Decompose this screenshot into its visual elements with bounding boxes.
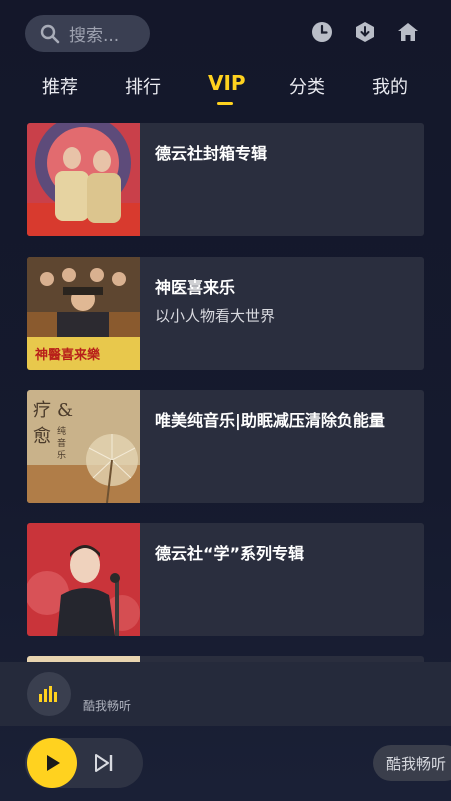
search-bar[interactable]: 搜索... <box>25 15 150 52</box>
album-card[interactable]: 疗 & 愈 纯 音 乐 唯美纯音乐|助眠减压清除负能量 <box>27 390 424 503</box>
svg-text:神醫喜来樂: 神醫喜来樂 <box>35 347 101 363</box>
home-icon[interactable] <box>397 21 419 43</box>
equalizer-icon <box>39 686 57 702</box>
next-track-icon[interactable] <box>93 752 115 774</box>
album-title: 德云社“学”系列专辑 <box>155 544 305 563</box>
album-subtitle: 以小人物看大世界 <box>155 307 276 325</box>
history-icon[interactable] <box>311 21 333 43</box>
album-title: 唯美纯音乐|助眠减压清除负能量 <box>155 411 385 430</box>
tab-mine[interactable]: 我的 <box>372 73 408 99</box>
album-cover-image <box>27 523 140 636</box>
album-card[interactable]: 德云社封箱专辑 <box>27 123 424 236</box>
svg-text:&: & <box>57 400 73 421</box>
tab-ranking[interactable]: 排行 <box>125 73 161 99</box>
album-cover-image: 疗 & 愈 纯 音 乐 <box>27 390 140 503</box>
album-cover-image <box>27 123 140 236</box>
search-placeholder: 搜索... <box>69 26 120 46</box>
svg-text:乐: 乐 <box>57 449 66 461</box>
active-tab-indicator <box>217 102 233 105</box>
now-playing-art <box>27 672 71 716</box>
svg-text:音: 音 <box>57 437 66 449</box>
svg-text:愈: 愈 <box>33 426 51 447</box>
album-title: 德云社封箱专辑 <box>155 144 268 163</box>
album-card[interactable]: 德云社“学”系列专辑 <box>27 523 424 636</box>
album-title: 神医喜来乐 <box>155 278 236 297</box>
category-tabs: 推荐 排行 VIP 分类 我的 <box>0 71 451 105</box>
svg-text:纯: 纯 <box>57 425 66 437</box>
tab-vip[interactable]: VIP <box>208 71 246 95</box>
search-icon <box>40 24 60 43</box>
tab-category[interactable]: 分类 <box>289 73 325 99</box>
brand-button[interactable]: 酷我畅听 <box>373 745 451 781</box>
svg-text:疗: 疗 <box>33 400 51 421</box>
now-playing-label: 酷我畅听 <box>83 699 132 713</box>
playback-controls <box>25 738 143 788</box>
tab-recommend[interactable]: 推荐 <box>42 73 78 99</box>
download-icon[interactable] <box>354 21 376 43</box>
play-button[interactable] <box>27 738 77 788</box>
play-icon <box>47 755 60 771</box>
now-playing-bar[interactable]: 酷我畅听 <box>0 662 451 726</box>
album-cover-image: 神醫喜来樂 <box>27 257 140 370</box>
header-actions <box>311 21 419 43</box>
album-card[interactable]: 神醫喜来樂 神医喜来乐 以小人物看大世界 <box>27 257 424 370</box>
